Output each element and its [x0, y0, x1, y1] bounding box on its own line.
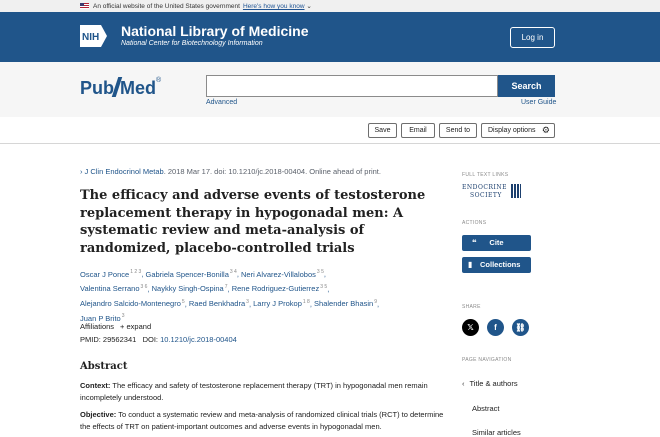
search-input[interactable]	[206, 75, 498, 97]
svg-text:NIH: NIH	[82, 32, 99, 43]
collections-button[interactable]: ▮ Collections	[462, 257, 531, 273]
nav-similar-articles[interactable]: Similar articles	[472, 428, 521, 437]
quote-icon: ❝	[472, 238, 477, 247]
login-button[interactable]: Log in	[510, 27, 555, 48]
affiliations-label: Affiliations	[80, 322, 115, 331]
pubmed-logo[interactable]: Pub Med®	[80, 77, 161, 101]
search-button[interactable]: Search	[498, 75, 555, 97]
cite-button[interactable]: ❝ Cite	[462, 235, 531, 251]
author-link[interactable]: Rene Rodriguez-Gutierrez3 5	[232, 284, 328, 294]
heres-how-you-know-link[interactable]: Here's how you know	[243, 3, 305, 10]
abstract-context: Context: The efficacy and safety of test…	[80, 381, 428, 402]
nav-abstract[interactable]: Abstract	[472, 404, 500, 413]
bookmark-icon: ▮	[468, 260, 473, 269]
ncbi-subtitle: National Center for Biotechnology Inform…	[121, 40, 263, 47]
expand-affiliations-button[interactable]: + expand	[120, 322, 151, 331]
full-text-links-label: FULL TEXT LINKS	[462, 172, 509, 178]
send-to-button[interactable]: Send to	[439, 123, 477, 138]
display-options-button[interactable]: Display options ⚙	[481, 123, 555, 138]
affiliations-row: Affiliations + expand	[80, 322, 151, 331]
search-band: Pub Med® Search Advanced User Guide	[0, 62, 660, 117]
x-share-icon[interactable]: 𝕏	[462, 319, 479, 336]
email-button[interactable]: Email	[401, 123, 435, 138]
endocrine-society-logo-icon	[511, 184, 521, 198]
article-identifiers: PMID: 29562341 DOI: 10.1210/jc.2018-0040…	[80, 335, 237, 344]
journal-link[interactable]: J Clin Endocrinol Metab	[85, 167, 164, 176]
pmid: PMID: 29562341	[80, 335, 137, 344]
author-link[interactable]: Larry J Prokop1 8	[253, 299, 310, 309]
doi-link[interactable]: 10.1210/jc.2018-00404	[160, 335, 237, 344]
chevron-left-icon: ‹	[462, 379, 465, 388]
author-link[interactable]: Shalender Bhasin9	[314, 299, 377, 309]
us-flag-icon	[80, 3, 89, 9]
author-link[interactable]: Oscar J Ponce1 2 3	[80, 269, 141, 279]
journal-citation: › J Clin Endocrinol Metab. 2018 Mar 17. d…	[80, 167, 381, 176]
nih-logo-icon[interactable]: NIH	[80, 25, 107, 47]
nlm-title[interactable]: National Library of Medicine	[121, 23, 308, 39]
author-link[interactable]: Raed Benkhadra3	[189, 299, 249, 309]
article-toolbar: Save Email Send to Display options ⚙	[0, 117, 660, 144]
abstract-objective: Objective: To conduct a systematic revie…	[80, 410, 444, 431]
nih-header: NIH National Library of Medicine Nationa…	[0, 12, 660, 62]
chevron-down-icon: ⌄	[304, 3, 312, 10]
abstract-heading: Abstract	[80, 361, 128, 372]
share-label: SHARE	[462, 304, 481, 310]
author-link[interactable]: Neri Alvarez-Villalobos3 5	[241, 269, 324, 279]
author-link[interactable]: Valentina Serrano3 6	[80, 284, 147, 294]
author-link[interactable]: Alejandro Salcido-Montenegro5	[80, 299, 185, 309]
gear-icon: ⚙	[541, 125, 550, 135]
facebook-share-icon[interactable]: f	[487, 319, 504, 336]
gov-banner: An official website of the United States…	[0, 0, 660, 12]
author-link[interactable]: Naykky Singh-Ospina7	[152, 284, 228, 294]
save-button[interactable]: Save	[368, 123, 397, 138]
author-link[interactable]: Gabriela Spencer-Bonilla3 4	[145, 269, 236, 279]
author-list: Oscar J Ponce1 2 3, Gabriela Spencer-Bon…	[80, 269, 380, 323]
actions-label: ACTIONS	[462, 220, 487, 226]
article-title: The efficacy and adverse events of testo…	[80, 188, 426, 256]
nav-title-authors[interactable]: ‹ Title & authors	[462, 379, 518, 388]
copy-link-icon[interactable]: ⛓	[512, 319, 529, 336]
gov-banner-text: An official website of the United States…	[93, 3, 312, 10]
chevron-right-icon: ›	[80, 167, 83, 176]
page-navigation-label: PAGE NAVIGATION	[462, 357, 512, 363]
endocrine-society-link[interactable]: ENDOCRINE SOCIETY	[462, 184, 522, 204]
user-guide-link[interactable]: User Guide	[521, 99, 556, 106]
advanced-search-link[interactable]: Advanced	[206, 99, 237, 106]
